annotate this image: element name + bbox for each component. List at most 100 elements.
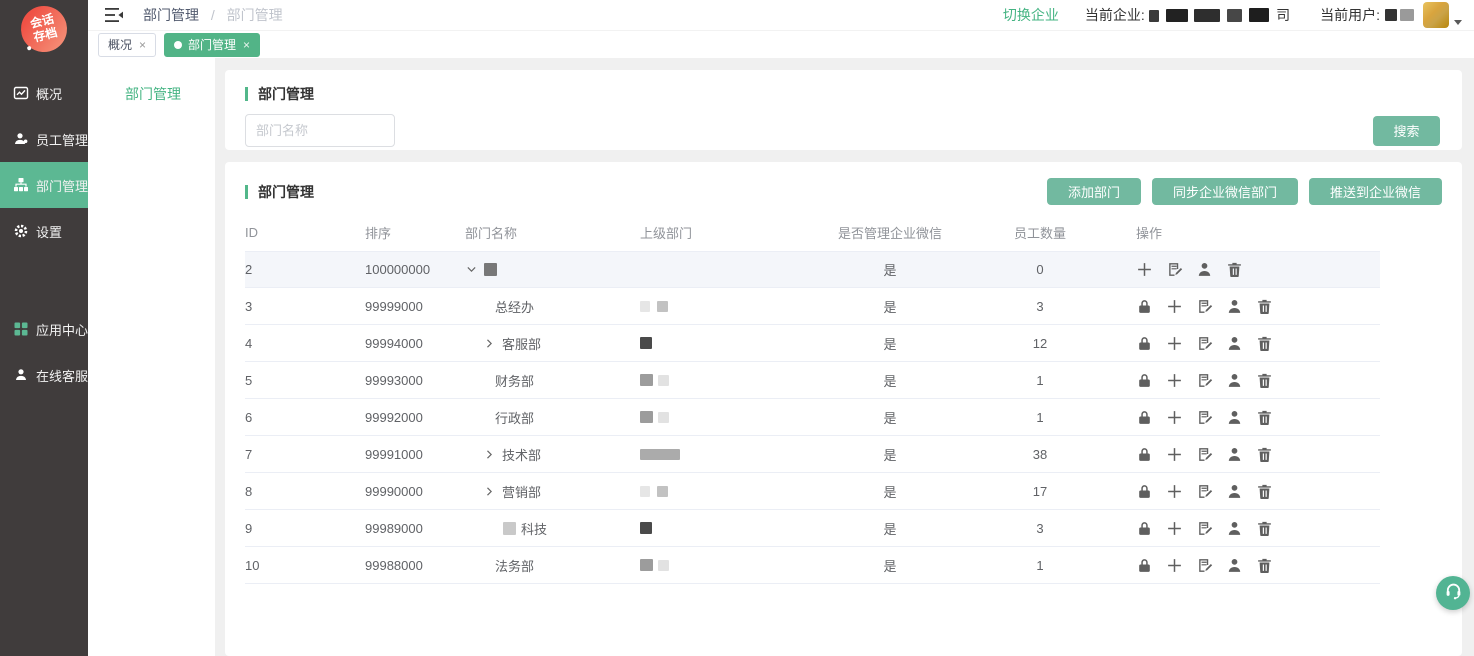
add-sub-department-icon[interactable] bbox=[1166, 557, 1183, 574]
members-icon[interactable] bbox=[1226, 298, 1243, 315]
add-sub-department-icon[interactable] bbox=[1166, 483, 1183, 500]
redacted-parent-name bbox=[640, 449, 680, 460]
members-icon[interactable] bbox=[1226, 335, 1243, 352]
sidebar-item-app-center[interactable]: 应用中心 bbox=[0, 306, 88, 352]
expand-icon[interactable] bbox=[465, 263, 484, 276]
delete-icon[interactable] bbox=[1256, 483, 1273, 500]
edit-icon[interactable] bbox=[1196, 335, 1213, 352]
close-icon[interactable]: × bbox=[243, 38, 250, 52]
cell-id: 9 bbox=[245, 521, 365, 536]
breadcrumb-root[interactable]: 部门管理 bbox=[143, 7, 199, 23]
caret-down-icon[interactable] bbox=[1454, 20, 1462, 25]
delete-icon[interactable] bbox=[1256, 409, 1273, 426]
cell-sort: 99989000 bbox=[365, 521, 465, 536]
add-sub-department-icon[interactable] bbox=[1166, 298, 1183, 315]
add-sub-department-icon[interactable] bbox=[1166, 446, 1183, 463]
delete-icon[interactable] bbox=[1256, 557, 1273, 574]
cell-employee-count: 0 bbox=[980, 262, 1100, 277]
edit-icon[interactable] bbox=[1196, 298, 1213, 315]
table-row: 3 99999000 总经办 是 3 bbox=[245, 288, 1380, 325]
cell-department-name: 总经办 bbox=[465, 297, 640, 316]
overview-icon bbox=[13, 85, 29, 101]
redacted-company-name bbox=[1249, 8, 1269, 22]
members-icon[interactable] bbox=[1226, 557, 1243, 574]
cell-parent-department bbox=[640, 301, 800, 312]
add-department-button[interactable]: 添加部门 bbox=[1047, 178, 1141, 205]
search-button[interactable]: 搜索 bbox=[1373, 116, 1440, 146]
apps-icon bbox=[13, 321, 29, 337]
edit-icon[interactable] bbox=[1196, 483, 1213, 500]
cell-operations bbox=[1100, 298, 1380, 315]
breadcrumb-separator: / bbox=[211, 7, 215, 23]
edit-icon[interactable] bbox=[1166, 261, 1183, 278]
cell-wecom-managed: 是 bbox=[800, 297, 980, 316]
sidebar-item-settings[interactable]: 设置 bbox=[0, 208, 88, 254]
sync-wecom-departments-button[interactable]: 同步企业微信部门 bbox=[1152, 178, 1298, 205]
avatar[interactable] bbox=[1423, 2, 1449, 28]
cell-operations bbox=[1100, 335, 1380, 352]
add-sub-department-icon[interactable] bbox=[1166, 372, 1183, 389]
cell-operations bbox=[1100, 483, 1380, 500]
customer-service-button[interactable] bbox=[1436, 576, 1470, 610]
cell-operations bbox=[1100, 557, 1380, 574]
cell-department-name: 行政部 bbox=[465, 408, 640, 427]
department-name-input[interactable] bbox=[245, 114, 395, 147]
lock-icon[interactable] bbox=[1136, 409, 1153, 426]
expand-icon[interactable] bbox=[483, 485, 502, 498]
members-icon[interactable] bbox=[1226, 446, 1243, 463]
support-person-icon bbox=[13, 367, 29, 383]
members-icon[interactable] bbox=[1226, 483, 1243, 500]
delete-icon[interactable] bbox=[1256, 298, 1273, 315]
members-icon[interactable] bbox=[1226, 520, 1243, 537]
edit-icon[interactable] bbox=[1196, 520, 1213, 537]
table-panel-title-row: 部门管理 bbox=[245, 182, 314, 202]
submenu-item-departments[interactable]: 部门管理 bbox=[88, 58, 215, 104]
close-icon[interactable]: × bbox=[139, 38, 146, 52]
add-sub-department-icon[interactable] bbox=[1136, 261, 1153, 278]
switch-company-link[interactable]: 切换企业 bbox=[1003, 5, 1059, 25]
sidebar-item-employees[interactable]: 员工管理 bbox=[0, 116, 88, 162]
lock-icon[interactable] bbox=[1136, 372, 1153, 389]
edit-icon[interactable] bbox=[1196, 557, 1213, 574]
edit-icon[interactable] bbox=[1196, 446, 1213, 463]
sidebar-item-overview[interactable]: 概况 bbox=[0, 70, 88, 116]
cell-parent-department bbox=[640, 374, 800, 386]
expand-icon[interactable] bbox=[483, 337, 502, 350]
tab-departments[interactable]: 部门管理 × bbox=[164, 33, 260, 57]
lock-icon[interactable] bbox=[1136, 557, 1153, 574]
add-sub-department-icon[interactable] bbox=[1166, 520, 1183, 537]
redacted-parent-name bbox=[640, 411, 653, 423]
delete-icon[interactable] bbox=[1256, 372, 1273, 389]
lock-icon[interactable] bbox=[1136, 446, 1153, 463]
cell-employee-count: 1 bbox=[980, 410, 1100, 425]
delete-icon[interactable] bbox=[1256, 335, 1273, 352]
cell-wecom-managed: 是 bbox=[800, 445, 980, 464]
add-sub-department-icon[interactable] bbox=[1166, 335, 1183, 352]
lock-icon[interactable] bbox=[1136, 483, 1153, 500]
redacted-parent-name bbox=[640, 337, 652, 349]
add-sub-department-icon[interactable] bbox=[1166, 409, 1183, 426]
cell-parent-department bbox=[640, 559, 800, 571]
table-action-buttons: 添加部门 同步企业微信部门 推送到企业微信 bbox=[1047, 178, 1442, 205]
members-icon[interactable] bbox=[1226, 372, 1243, 389]
table-row: 2 100000000 是 0 bbox=[245, 251, 1380, 288]
tab-overview[interactable]: 概况 × bbox=[98, 33, 156, 57]
menu-collapse-icon[interactable] bbox=[105, 8, 123, 22]
lock-icon[interactable] bbox=[1136, 520, 1153, 537]
members-icon[interactable] bbox=[1226, 409, 1243, 426]
lock-icon[interactable] bbox=[1136, 298, 1153, 315]
edit-icon[interactable] bbox=[1196, 372, 1213, 389]
members-icon[interactable] bbox=[1196, 261, 1213, 278]
redacted-department-name bbox=[484, 263, 497, 276]
edit-icon[interactable] bbox=[1196, 409, 1213, 426]
delete-icon[interactable] bbox=[1256, 520, 1273, 537]
sidebar-item-online-support[interactable]: 在线客服 bbox=[0, 352, 88, 398]
expand-icon[interactable] bbox=[483, 448, 502, 461]
delete-icon[interactable] bbox=[1226, 261, 1243, 278]
tab-label: 概况 bbox=[108, 36, 132, 53]
lock-icon[interactable] bbox=[1136, 335, 1153, 352]
delete-icon[interactable] bbox=[1256, 446, 1273, 463]
redacted-parent-name bbox=[640, 486, 650, 497]
sidebar-item-departments[interactable]: 部门管理 bbox=[0, 162, 88, 208]
push-to-wecom-button[interactable]: 推送到企业微信 bbox=[1309, 178, 1442, 205]
